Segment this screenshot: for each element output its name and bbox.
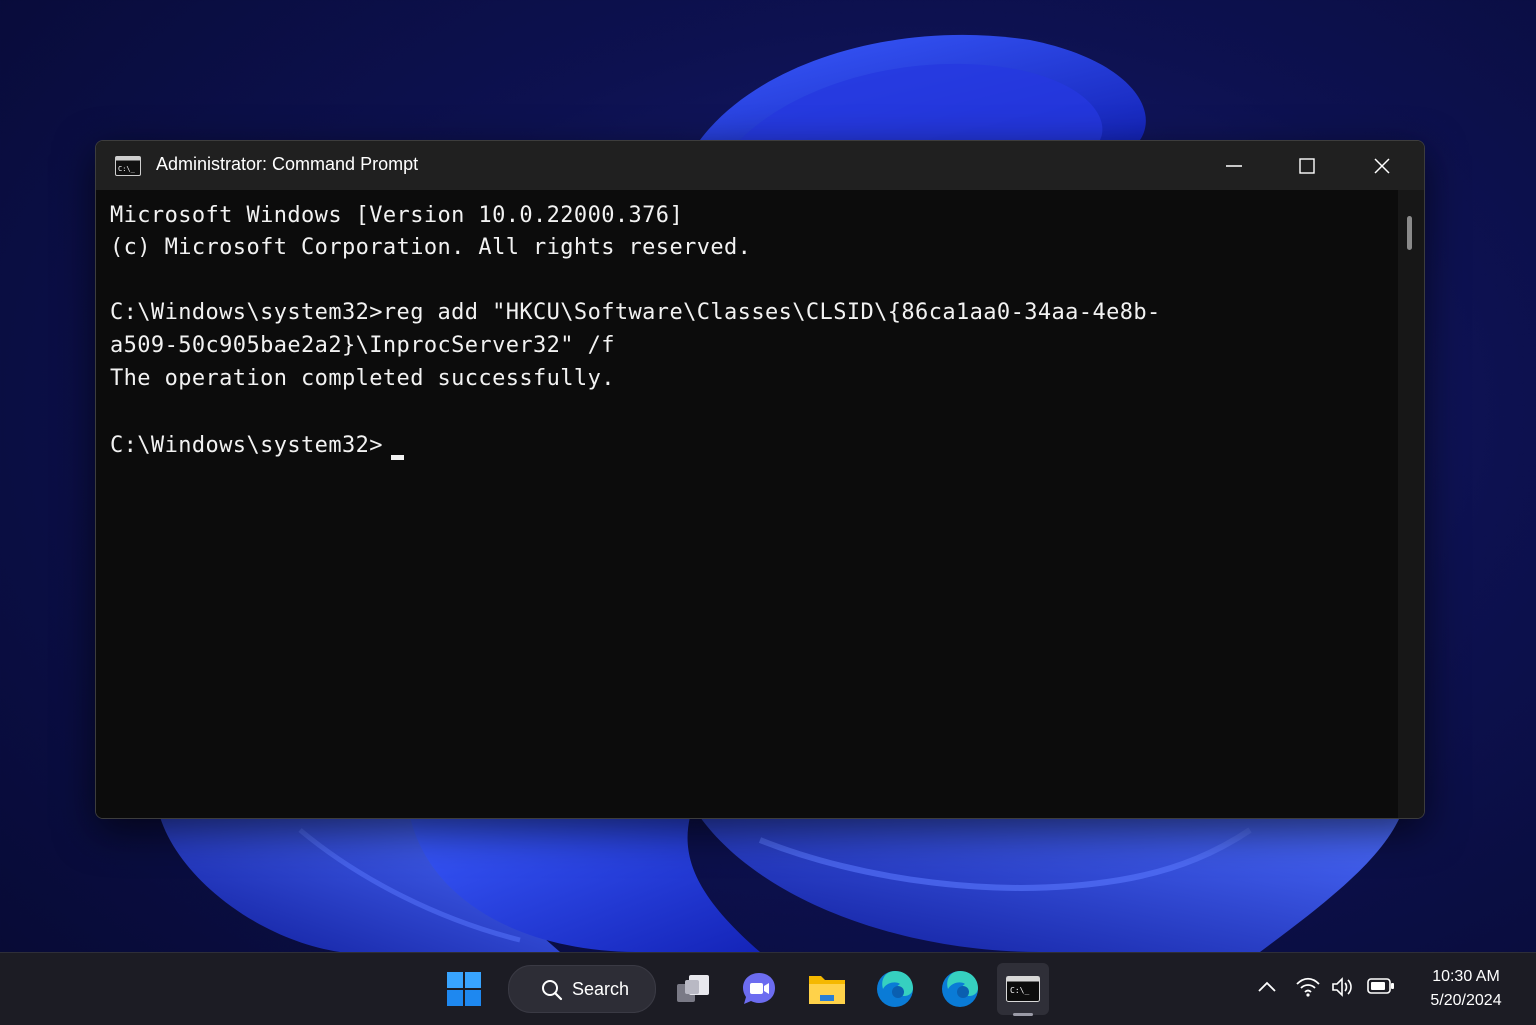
task-view-icon <box>677 975 709 1002</box>
volume-icon <box>1332 977 1352 997</box>
console-output[interactable]: Microsoft Windows [Version 10.0.22000.37… <box>96 190 1398 818</box>
prompt-line: C:\Windows\system32> <box>110 433 383 458</box>
minimize-button[interactable] <box>1197 141 1271 190</box>
console-line: (c) Microsoft Corporation. All rights re… <box>110 235 752 260</box>
start-icon <box>447 972 481 1006</box>
svg-text:C:\_: C:\_ <box>1010 986 1029 995</box>
show-hidden-icons-button[interactable] <box>1257 977 1277 1001</box>
file-explorer-icon <box>809 976 845 1004</box>
vertical-scrollbar[interactable] <box>1398 190 1424 818</box>
command-prompt-taskbar-button[interactable]: C:\_ <box>997 963 1049 1015</box>
chat-button[interactable] <box>733 963 785 1015</box>
volume-button[interactable] <box>1331 977 1355 1001</box>
edge-button[interactable] <box>934 963 986 1015</box>
edge-icon <box>942 971 978 1007</box>
taskbar: Search C:\_ 10:30 AM 5/20/2024 <box>0 952 1536 1025</box>
maximize-button[interactable] <box>1270 141 1344 190</box>
command-prompt-window[interactable]: C:\_ Administrator: Command Prompt Micro… <box>95 140 1425 819</box>
title-bar[interactable]: C:\_ Administrator: Command Prompt <box>96 141 1424 190</box>
command-prompt-icon: C:\_ <box>115 156 141 180</box>
window-title: Administrator: Command Prompt <box>156 154 419 174</box>
clock-date: 5/20/2024 <box>1430 992 1502 1009</box>
wifi-icon <box>1296 977 1320 997</box>
console-line: C:\Windows\system32>reg add "HKCU\Softwa… <box>110 300 1161 325</box>
active-app-indicator <box>1013 1013 1033 1016</box>
scrollbar-thumb[interactable] <box>1407 216 1412 250</box>
edge-button[interactable] <box>869 963 921 1015</box>
chevron-up-icon <box>1258 981 1276 992</box>
text-cursor <box>391 455 404 460</box>
console-line: Microsoft Windows [Version 10.0.22000.37… <box>110 203 684 228</box>
close-button[interactable] <box>1345 141 1419 190</box>
console-line: The operation completed successfully. <box>110 366 615 391</box>
search-label: Search <box>572 979 630 999</box>
battery-button[interactable] <box>1367 977 1395 999</box>
start-button[interactable] <box>438 963 490 1015</box>
edge-icon <box>877 971 913 1007</box>
network-button[interactable] <box>1296 977 1320 1001</box>
task-view-button[interactable] <box>667 963 719 1015</box>
close-icon <box>1374 157 1390 174</box>
console-line: a509-50c905bae2a2}\InprocServer32" /f <box>110 333 615 358</box>
search-box[interactable]: Search <box>508 965 656 1013</box>
svg-text:C:\_: C:\_ <box>118 165 136 173</box>
command-prompt-icon: C:\_ <box>1006 976 1040 1002</box>
chat-icon <box>743 973 775 1004</box>
battery-icon <box>1367 978 1394 994</box>
minimize-icon <box>1226 164 1242 167</box>
file-explorer-button[interactable] <box>801 963 853 1015</box>
clock-time: 10:30 AM <box>1432 968 1500 985</box>
clock-button[interactable]: 10:30 AM 5/20/2024 <box>1412 965 1520 1013</box>
search-icon <box>542 980 563 1001</box>
maximize-icon <box>1299 157 1315 174</box>
